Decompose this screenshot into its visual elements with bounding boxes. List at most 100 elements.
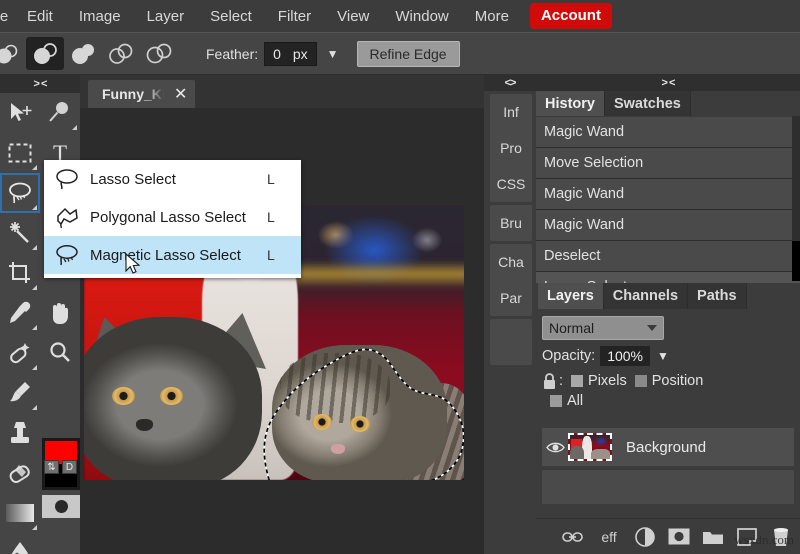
layer-list: Background xyxy=(542,428,794,504)
blur-tool[interactable] xyxy=(0,533,40,554)
document-tab-label: Funny_Kit xyxy=(102,86,164,102)
link-icon[interactable] xyxy=(562,526,584,548)
history-item[interactable]: Move Selection xyxy=(536,148,792,179)
refine-edge-button[interactable]: Refine Edge xyxy=(357,41,460,67)
effects-icon[interactable]: eff xyxy=(596,526,622,548)
lock-colon-label: : xyxy=(559,373,563,389)
feather-input[interactable]: 0 px xyxy=(264,42,316,66)
menu-bar: File Edit Image Layer Select Filter View… xyxy=(0,0,800,33)
eyedropper-tool[interactable] xyxy=(0,293,40,333)
flyout-shortcut: L xyxy=(267,247,301,263)
account-button[interactable]: Account xyxy=(530,3,612,29)
crop-tool[interactable] xyxy=(0,253,40,293)
history-item[interactable]: Magic Wand xyxy=(536,117,792,148)
mask-icon[interactable] xyxy=(668,526,690,548)
adjustment-icon[interactable] xyxy=(634,526,656,548)
flyout-label: Magnetic Lasso Select xyxy=(90,247,267,264)
intersect-selection-icon[interactable] xyxy=(140,37,178,70)
lock-all-checkbox[interactable] xyxy=(550,395,562,407)
flyout-item-magnetic-lasso-select[interactable]: Magnetic Lasso Select L xyxy=(44,236,301,274)
menu-item-filter[interactable]: Filter xyxy=(265,0,324,33)
photo-gray-kitten-eye-left xyxy=(112,387,135,405)
photo-gray-kitten-eye-right xyxy=(160,387,183,405)
flyout-item-lasso-select[interactable]: Lasso Select L xyxy=(44,160,301,198)
panel-button-paragraph[interactable]: Par xyxy=(490,280,532,316)
tab-paths[interactable]: Paths xyxy=(688,283,747,309)
document-tab[interactable]: Funny_Kit ✕ xyxy=(88,80,195,108)
hand-tool[interactable] xyxy=(40,293,80,333)
tab-history[interactable]: History xyxy=(536,91,605,116)
panel-button-properties[interactable]: Pro xyxy=(490,130,532,166)
history-item[interactable]: Magic Wand xyxy=(536,210,792,241)
toolbar-collapse-handle[interactable]: > < xyxy=(0,75,80,93)
lasso-tool[interactable] xyxy=(0,173,40,213)
history-scrollbar[interactable] xyxy=(792,116,800,281)
lock-position-checkbox[interactable] xyxy=(635,375,647,387)
lock-all-label: All xyxy=(567,393,583,409)
menu-item-layer[interactable]: Layer xyxy=(134,0,198,33)
subtract-from-selection-icon[interactable] xyxy=(102,37,140,70)
healing-brush-tool[interactable] xyxy=(0,333,40,373)
layer-thumbnail[interactable] xyxy=(568,433,612,461)
opacity-value[interactable]: 100% xyxy=(600,346,650,366)
selection-mode-group xyxy=(0,37,178,70)
menu-item-select[interactable]: Select xyxy=(197,0,265,33)
new-selection-icon[interactable] xyxy=(26,37,64,70)
menu-item-edit[interactable]: Edit xyxy=(14,0,66,33)
lock-icon xyxy=(542,372,557,390)
panel-button-character[interactable]: Cha xyxy=(490,244,532,280)
selection-mode-partial-icon[interactable] xyxy=(0,37,26,70)
feather-dropdown-icon[interactable]: ▼ xyxy=(327,47,339,61)
delete-trash-icon[interactable] xyxy=(770,526,792,548)
panel-button-brushes[interactable]: Bru xyxy=(490,205,532,241)
eraser-tool[interactable] xyxy=(0,453,40,493)
color-swatches: ⇅ D xyxy=(42,438,80,490)
zoom-select-tool[interactable] xyxy=(40,93,80,133)
layer-tabs-filler xyxy=(747,283,800,309)
quick-mask-button[interactable] xyxy=(42,495,80,518)
menu-item-image[interactable]: Image xyxy=(66,0,134,33)
default-colors-button[interactable]: D xyxy=(62,460,77,474)
clone-stamp-tool[interactable] xyxy=(0,413,40,453)
group-folder-icon[interactable] xyxy=(702,526,724,548)
right-dock: > < History Swatches Magic Wand Move Sel… xyxy=(536,75,800,554)
lock-all-row: All xyxy=(536,390,800,409)
tab-channels[interactable]: Channels xyxy=(604,283,688,309)
swap-colors-button[interactable]: ⇅ xyxy=(44,460,59,474)
flyout-item-polygonal-lasso-select[interactable]: Polygonal Lasso Select L xyxy=(44,198,301,236)
panel-button-css[interactable]: CSS xyxy=(490,166,532,202)
layer-row-background[interactable]: Background xyxy=(542,428,794,466)
magic-wand-tool[interactable] xyxy=(0,213,40,253)
opacity-dropdown-icon[interactable]: ▼ xyxy=(657,349,669,363)
lasso-icon xyxy=(44,167,90,191)
move-tool[interactable] xyxy=(0,93,40,133)
history-scrollbar-thumb[interactable] xyxy=(792,241,800,281)
lock-pixels-checkbox[interactable] xyxy=(571,375,583,387)
layers-panel-tabs: Layers Channels Paths xyxy=(536,283,800,309)
eye-icon[interactable] xyxy=(542,441,568,454)
new-layer-icon[interactable] xyxy=(736,526,758,548)
right-dock-collapse-handle[interactable]: > < xyxy=(536,75,800,91)
rectangular-marquee-tool[interactable] xyxy=(0,133,40,173)
feather-label: Feather: xyxy=(206,46,258,62)
tab-layers[interactable]: Layers xyxy=(538,283,604,309)
menu-item-more[interactable]: More xyxy=(462,0,522,33)
photo-tabby-kitten-eye-left xyxy=(312,414,332,430)
photo-gold-bokeh xyxy=(279,261,464,287)
zoom-magnifier-tool[interactable] xyxy=(40,333,80,373)
gradient-tool[interactable] xyxy=(0,493,40,533)
menu-item-view[interactable]: View xyxy=(324,0,382,33)
add-to-selection-icon[interactable] xyxy=(64,37,102,70)
paint-brush-tool[interactable] xyxy=(0,373,40,413)
history-item[interactable]: Deselect xyxy=(536,241,792,272)
right-strip-expand-handle[interactable]: <> xyxy=(484,75,536,91)
close-tab-icon[interactable]: ✕ xyxy=(174,84,187,104)
menu-item-window[interactable]: Window xyxy=(382,0,461,33)
menu-item-file[interactable]: File xyxy=(0,0,14,33)
panel-button-info[interactable]: Inf xyxy=(490,94,532,130)
document-tabstrip: Funny_Kit ✕ xyxy=(80,75,484,108)
tabs-filler xyxy=(691,91,800,116)
blend-mode-select[interactable]: Normal xyxy=(542,316,664,340)
history-item[interactable]: Magic Wand xyxy=(536,179,792,210)
tab-swatches[interactable]: Swatches xyxy=(605,91,691,116)
